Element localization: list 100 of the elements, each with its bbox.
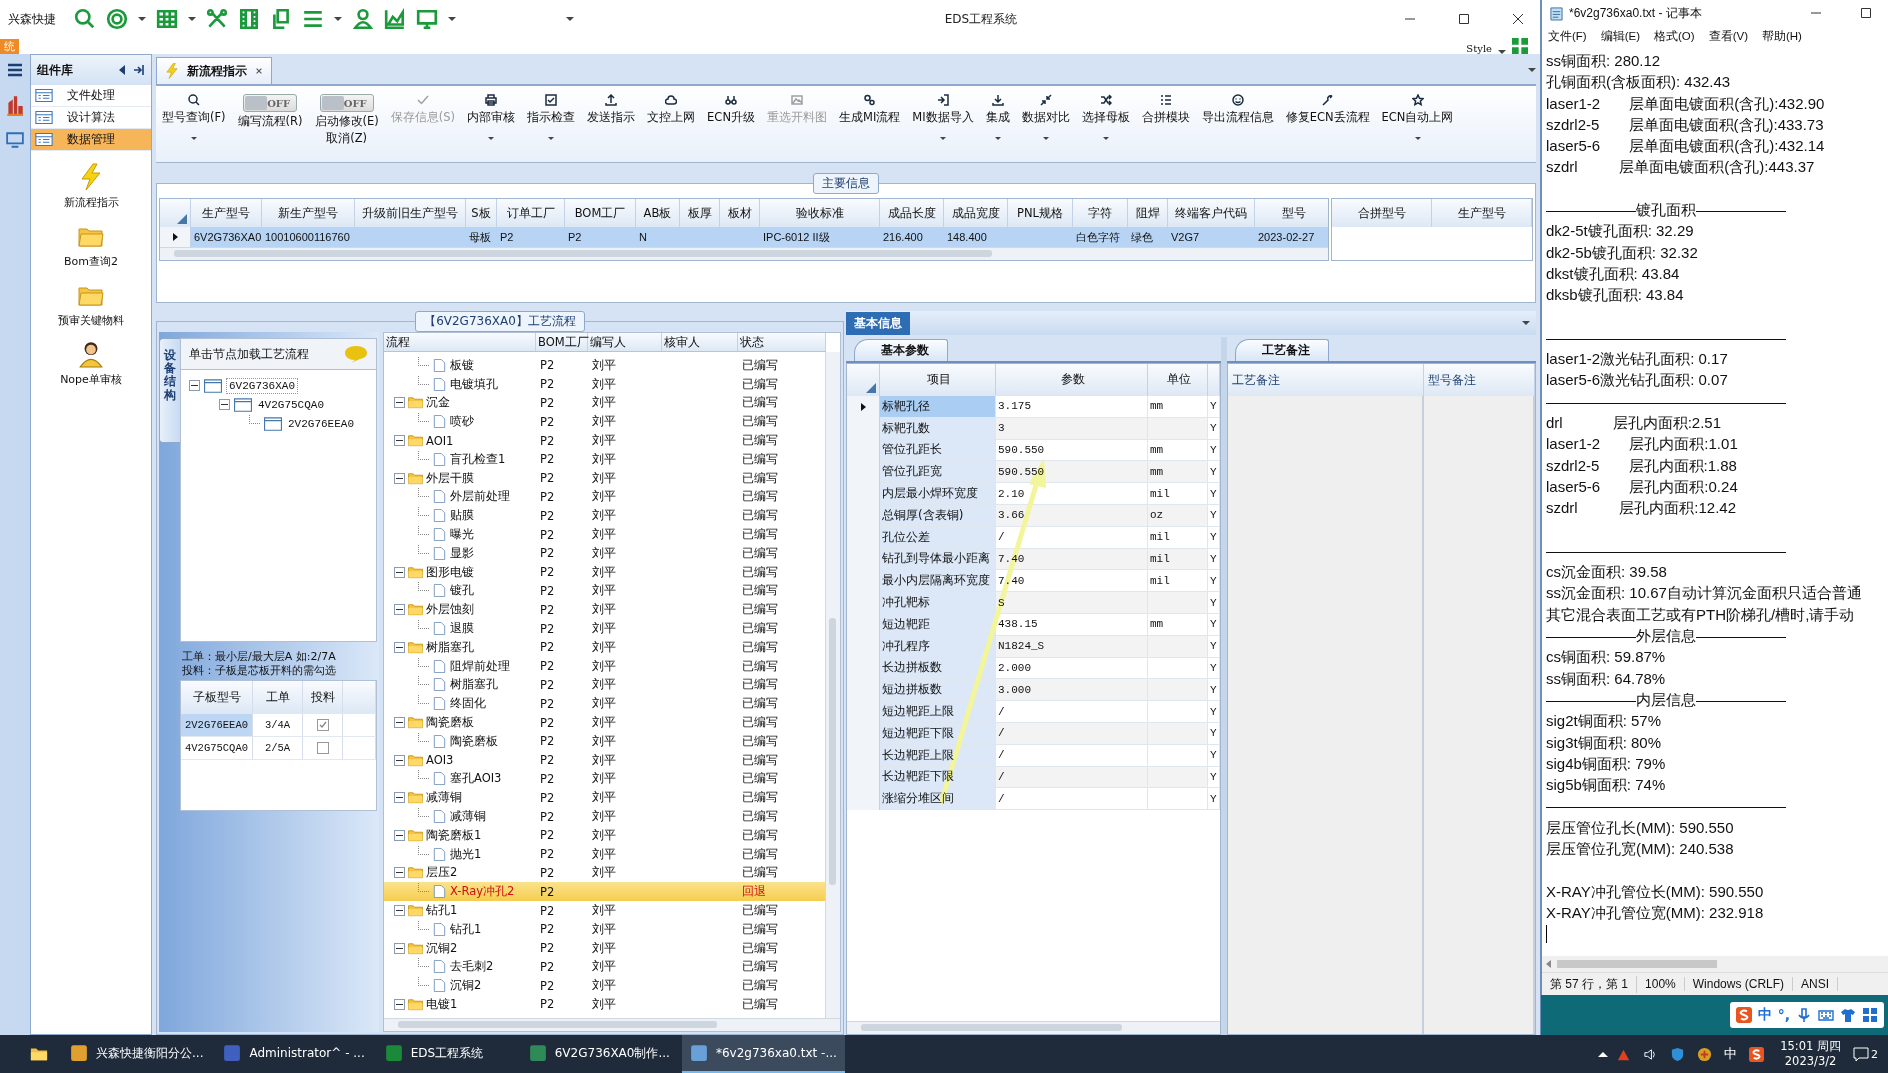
clock[interactable]: 15:01 周四 2023/3/2 (1780, 1039, 1841, 1069)
taskbar-button[interactable]: *6v2g736xa0.txt -... (681, 1035, 845, 1073)
column-header[interactable]: 生产型号 (1432, 199, 1532, 227)
collapse-icon[interactable] (394, 717, 405, 729)
caret-icon[interactable] (188, 17, 196, 21)
collapse-icon[interactable] (189, 380, 200, 391)
column-header[interactable]: 状态 (738, 333, 826, 351)
process-row[interactable]: 树脂塞孔 P2 刘平 已编写 (384, 675, 825, 695)
maximize-icon[interactable] (1860, 7, 1872, 19)
table-row[interactable]: 内层最小焊环宽度 2.10 mil Y (847, 483, 1220, 505)
process-row[interactable]: 陶瓷磨板 P2 刘平 已编写 (384, 731, 825, 751)
table-row[interactable]: 管位孔距宽 590.550 mm Y (847, 461, 1220, 484)
process-row[interactable]: 沉铜2 P2 刘平 已编写 (384, 976, 825, 996)
shirt-icon[interactable] (1840, 1007, 1856, 1023)
process-row[interactable]: 陶瓷磨板 P2 刘平 已编写 (384, 713, 825, 732)
nav-item[interactable]: 文件处理 (31, 85, 151, 107)
process-row[interactable]: 电镀1 P2 刘平 已编写 (384, 995, 825, 1014)
caret-icon[interactable] (940, 137, 946, 140)
shield-icon[interactable] (1670, 1046, 1686, 1062)
caret-icon[interactable] (566, 17, 574, 21)
horizontal-scrollbar[interactable] (160, 247, 1328, 260)
plus-circle-icon[interactable] (1697, 1046, 1713, 1062)
menu-item[interactable]: 编辑(E) (1600, 28, 1641, 44)
logo-icon[interactable] (1749, 1046, 1765, 1062)
tool-item[interactable]: 新流程指示 (31, 163, 151, 210)
grid-icon[interactable] (1512, 38, 1528, 54)
process-row[interactable]: 电镀填孔 P2 刘平 已编写 (384, 374, 825, 394)
table-row[interactable]: 4V2G75CQA0 2/5A (181, 737, 376, 760)
menu-icon[interactable] (6, 62, 24, 78)
tool-item[interactable]: 预审关键物料 (31, 281, 151, 328)
tab[interactable]: 工艺备注 (1235, 339, 1329, 361)
table-row[interactable]: 冲孔程序 N1824_S Y (847, 635, 1220, 658)
process-row[interactable]: AOI1 P2 刘平 已编写 (384, 431, 825, 450)
ribbon-button[interactable]: 指示检查 (521, 86, 582, 162)
microphone-icon[interactable] (1796, 1007, 1812, 1023)
collapse-icon[interactable] (394, 999, 405, 1010)
grid-icon[interactable] (1862, 1007, 1878, 1023)
copy-icon[interactable] (270, 8, 292, 30)
table-row[interactable]: 冲孔靶标 S Y (847, 592, 1220, 614)
process-row[interactable]: X-Ray冲孔2 P2 回退 (384, 882, 825, 902)
collapse-icon[interactable] (394, 435, 405, 447)
process-row[interactable]: 沉金 P2 刘平 已编写 (384, 393, 825, 413)
list-icon[interactable] (302, 8, 324, 30)
menu-item[interactable]: 文件(F) (1548, 28, 1587, 44)
taskbar-button[interactable]: Administrator^ - ... (215, 1035, 373, 1073)
person-icon[interactable] (352, 8, 374, 30)
taskbar-button[interactable]: 6V2G736XA0制作... (520, 1035, 678, 1073)
menu-item[interactable]: 查看(V) (1708, 28, 1748, 44)
table-row[interactable]: 标靶孔数 3 Y (847, 417, 1220, 440)
process-row[interactable]: 减薄铜 P2 刘平 已编写 (384, 807, 825, 826)
punctuation-mode[interactable]: °, (1777, 1007, 1790, 1023)
scissors-icon[interactable] (206, 8, 228, 30)
ribbon-button[interactable]: 内部审核 (461, 86, 522, 162)
process-row[interactable]: 层压2 P2 刘平 已编写 (384, 863, 825, 883)
checkbox[interactable] (316, 719, 329, 731)
monitor-icon[interactable] (416, 8, 438, 30)
table-row[interactable]: 长边靶距下限 / Y (847, 766, 1220, 789)
process-row[interactable]: 曝光 P2 刘平 已编写 (384, 525, 825, 544)
process-row[interactable]: 阻焊前处理 P2 刘平 已编写 (384, 656, 825, 676)
maximize-icon[interactable] (1458, 13, 1470, 25)
caret-icon[interactable] (1522, 321, 1530, 325)
caret-icon[interactable] (1042, 137, 1049, 140)
keyboard-icon[interactable] (1818, 1007, 1834, 1023)
process-row[interactable]: 外层前处理 P2 刘平 已编写 (384, 487, 825, 507)
process-row[interactable]: 钻孔1 P2 刘平 已编写 (384, 901, 825, 920)
close-icon[interactable] (1512, 13, 1524, 25)
column-header[interactable]: BOM工厂 (536, 333, 588, 351)
caret-icon[interactable] (1414, 137, 1421, 140)
film-icon[interactable] (238, 8, 260, 30)
document-tab[interactable]: 新流程指示 (156, 57, 272, 84)
tool-item[interactable]: Bom查询2 (31, 222, 151, 269)
ribbon-button[interactable]: 导出流程信息 (1195, 86, 1280, 162)
table-row[interactable]: 长边靶距上限 / Y (847, 744, 1220, 767)
tree-node[interactable]: 4V2G75CQA0 (256, 397, 326, 412)
process-row[interactable]: 外层蚀刻 P2 刘平 已编写 (384, 600, 825, 620)
table-row[interactable]: 短边拼板数 3.000 Y (847, 679, 1220, 702)
process-row[interactable]: 沉铜2 P2 刘平 已编写 (384, 938, 825, 958)
table-row[interactable]: 6V2G736XA0 10010600116760 母板 P2 P2 N IPC-6012 II级 216.400 148.400 白色字符 绿色 V2G7 2023-02-27 (160, 227, 1328, 247)
process-row[interactable]: 板镀 P2 刘平 已编写 (384, 356, 825, 375)
caret-icon[interactable] (994, 137, 1001, 140)
column-header[interactable]: 核审人 (662, 333, 738, 351)
collapse-icon[interactable] (394, 397, 405, 409)
notification-button[interactable]: 2 (1853, 1046, 1884, 1062)
collapse-icon[interactable] (394, 566, 405, 578)
column-header[interactable]: 流程 (384, 333, 536, 351)
process-row[interactable]: 钻孔1 P2 刘平 已编写 (384, 919, 825, 939)
factory-icon[interactable] (6, 94, 24, 116)
table-row[interactable]: 钻孔到导体最小距离 7.40 mil Y (847, 548, 1220, 571)
taskbar-button[interactable]: EDS工程系统 (376, 1035, 517, 1073)
chevron-icon[interactable] (1598, 1051, 1609, 1057)
process-row[interactable]: 显影 P2 刘平 已编写 (384, 543, 825, 563)
caret-icon[interactable] (334, 17, 342, 21)
table-row[interactable]: 短边靶距 438.15 mm Y (847, 613, 1220, 636)
ribbon-button[interactable]: 选择母板 (1075, 86, 1136, 162)
horizontal-scrollbar[interactable] (384, 1018, 840, 1031)
caret-icon[interactable] (488, 137, 495, 140)
ribbon-button[interactable]: 修复ECN丢流程 (1279, 86, 1376, 162)
collapse-icon[interactable] (394, 754, 405, 766)
taskbar-button[interactable]: 兴森快捷衡阳分公... (62, 1035, 212, 1073)
toggle-switch[interactable]: OFF (243, 94, 298, 112)
